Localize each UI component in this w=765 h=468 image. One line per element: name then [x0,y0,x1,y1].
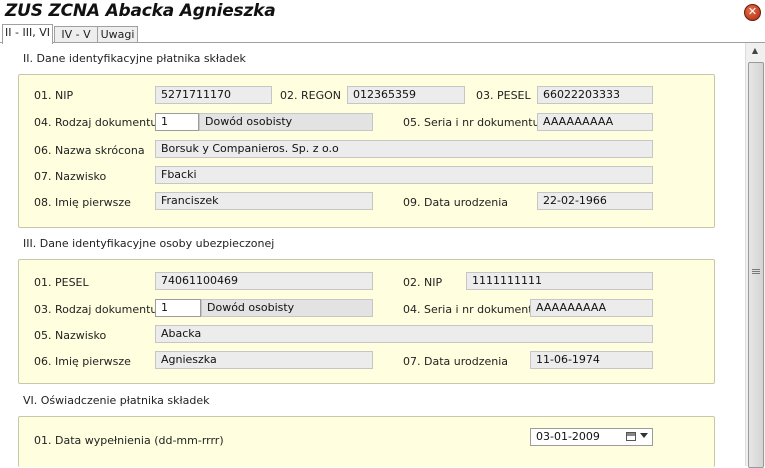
section-iii-title: III. Dane identyfikacyjne osoby ubezpiec… [23,237,275,250]
payer-birth-date-label: 09. Data urodzenia [403,196,509,209]
insured-first-name-field[interactable]: Agnieszka [155,351,373,369]
insured-pesel-field[interactable]: 74061100469 [155,272,373,290]
tab-iv-v[interactable]: IV - V [54,26,98,43]
insured-birth-date-field[interactable]: 11-06-1974 [530,351,653,369]
insured-doc-type-label: 03. Rodzaj dokumentu [34,303,158,316]
section-ii-title: II. Dane identyfikacyjne płatnika składe… [23,52,246,65]
insured-nip-label: 02. NIP [403,276,443,289]
scrollbar-thumb[interactable] [748,62,764,468]
tab-uwagi[interactable]: Uwagi [97,26,138,43]
payer-birth-date-field[interactable]: 22-02-1966 [537,192,653,210]
payer-pesel-field[interactable]: 66022203333 [537,86,653,104]
insured-surname-field[interactable]: Abacka [155,325,653,343]
payer-doc-no-field[interactable]: AAAAAAAAA [537,113,653,131]
payer-doc-no-label: 05. Seria i nr dokumentu [403,116,540,129]
vertical-scrollbar[interactable]: ▲ [745,43,765,468]
tab-ii-iii-vi[interactable]: II - III, VI [2,24,53,44]
insured-pesel-label: 01. PESEL [34,276,89,289]
section-vi-title: VI. Oświadczenie płatnika składek [23,394,210,407]
insured-nip-field[interactable]: 1111111111 [466,272,653,290]
payer-doc-type-name: Dowód osobisty [199,113,373,131]
title-bar: ZUS ZCNA Abacka Agnieszka ✕ [0,0,765,24]
insured-birth-date-label: 07. Data urodzenia [403,355,509,368]
fill-date-label: 01. Data wypełnienia (dd-mm-rrrr) [34,434,224,447]
payer-doc-type-code[interactable]: 1 [155,113,199,131]
scroll-up-icon[interactable]: ▲ [750,47,760,55]
payer-nip-field[interactable]: 5271711170 [155,86,272,104]
payer-doc-type-label: 04. Rodzaj dokumentu [34,116,158,129]
chevron-down-icon[interactable] [640,433,648,438]
insured-doc-type-code[interactable]: 1 [155,299,201,317]
window-title: ZUS ZCNA Abacka Agnieszka [5,1,276,21]
insured-doc-type-name: Dowód osobisty [201,299,373,317]
calendar-icon[interactable] [626,432,636,441]
insured-first-name-label: 06. Imię pierwsze [34,355,131,368]
insured-doc-no-field[interactable]: AAAAAAAAA [530,299,653,317]
payer-pesel-label: 03. PESEL [476,89,531,102]
scrollbar-grip-icon [752,269,760,270]
insured-surname-label: 05. Nazwisko [34,329,107,342]
close-icon[interactable]: ✕ [744,4,761,21]
payer-first-name-label: 08. Imię pierwsze [34,196,131,209]
payer-surname-field[interactable]: Fbacki [155,166,653,184]
payer-surname-label: 07. Nazwisko [34,170,107,183]
payer-short-name-field[interactable]: Borsuk y Companieros. Sp. z o.o [155,140,653,158]
payer-regon-field[interactable]: 012365359 [347,86,465,104]
payer-regon-label: 02. REGON [280,89,341,102]
payer-first-name-field[interactable]: Franciszek [155,192,373,210]
payer-short-name-label: 06. Nazwa skrócona [34,144,145,157]
payer-nip-label: 01. NIP [34,89,74,102]
insured-doc-no-label: 04. Seria i nr dokumentu [403,303,540,316]
